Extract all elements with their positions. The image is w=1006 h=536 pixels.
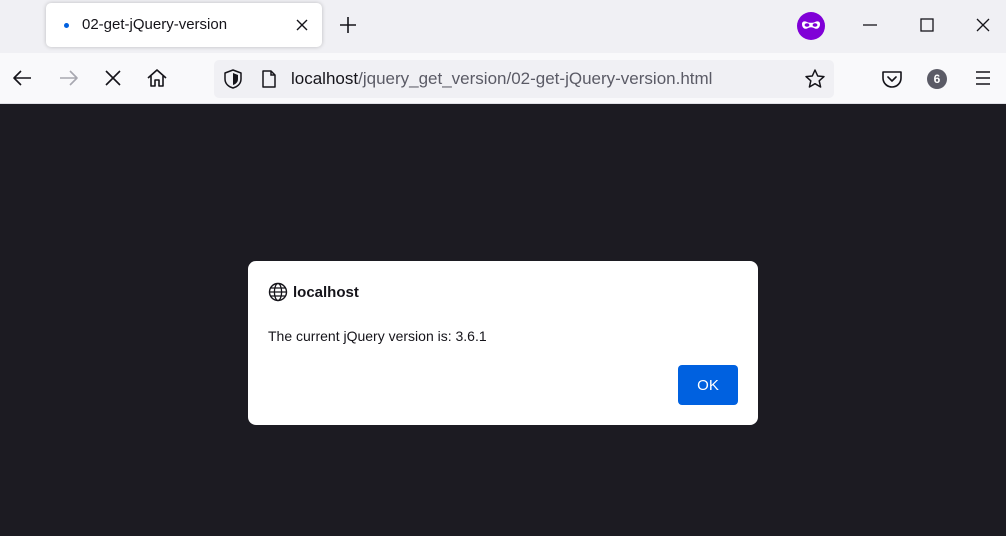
new-tab-plus-icon[interactable] [337,14,359,36]
stop-loading-icon[interactable] [100,65,126,91]
bookmark-star-icon[interactable] [804,68,826,90]
private-browsing-mask-icon [797,12,825,40]
forward-arrow-icon[interactable] [55,65,81,91]
tab-active[interactable]: 02-get-jQuery-version [46,3,322,47]
ok-button[interactable]: OK [678,365,738,405]
address-bar[interactable]: localhost/jquery_get_version/02-get-jQue… [214,60,834,98]
url-path: /jquery_get_version/02-get-jQuery-versio… [358,69,713,88]
tracking-protection-shield-icon[interactable] [222,68,244,90]
page-info-icon[interactable] [258,68,280,90]
globe-icon [268,282,288,302]
pocket-icon[interactable] [880,67,904,91]
browser-navbar: localhost/jquery_get_version/02-get-jQue… [0,53,1006,104]
tab-close-icon[interactable] [293,16,311,34]
tab-loading-indicator-icon [64,23,69,28]
home-icon[interactable] [144,65,170,91]
dialog-message: The current jQuery version is: 3.6.1 [268,328,487,344]
url-text[interactable]: localhost/jquery_get_version/02-get-jQue… [291,69,712,89]
hamburger-menu-icon[interactable] [971,66,995,90]
window-minimize-icon[interactable] [857,12,883,38]
dialog-origin: localhost [293,284,359,301]
back-arrow-icon[interactable] [10,65,36,91]
url-host: localhost [291,69,359,88]
tab-title: 02-get-jQuery-version [82,16,228,33]
window-close-icon[interactable] [970,12,996,38]
extensions-badge[interactable]: 6 [927,69,947,89]
alert-dialog: localhost The current jQuery version is:… [248,261,758,425]
window-maximize-icon[interactable] [914,12,940,38]
browser-titlebar: 02-get-jQuery-version [0,0,1006,53]
